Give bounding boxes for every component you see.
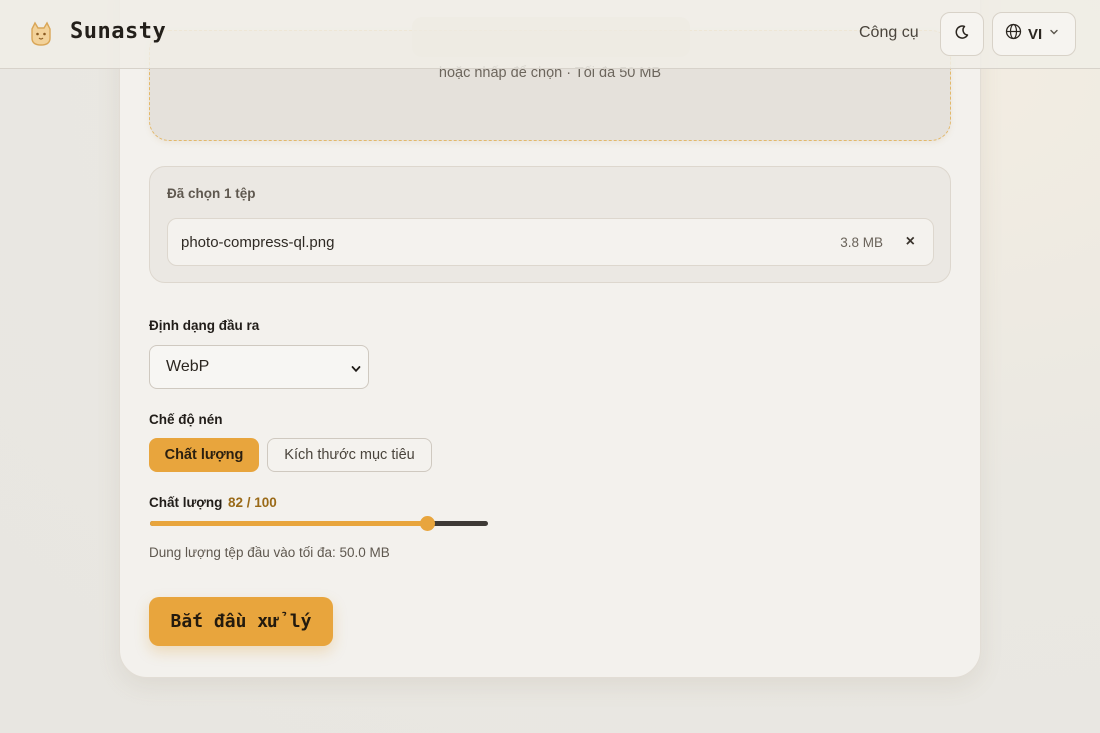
selected-files-panel: Đã chọn 1 tệp photo-compress-ql.png 3.8 … (149, 166, 951, 283)
nav-tools-link[interactable]: Công cụ (859, 24, 919, 42)
theme-toggle-button[interactable] (940, 12, 984, 56)
quality-slider-fill (150, 521, 428, 526)
output-format-value: WebP (166, 358, 210, 375)
file-size: 3.8 MB (840, 235, 883, 250)
cat-logo-icon (27, 20, 55, 48)
remove-file-icon[interactable]: × (906, 233, 915, 251)
file-item: photo-compress-ql.png 3.8 MB × (167, 218, 934, 266)
file-name: photo-compress-ql.png (181, 234, 335, 251)
language-code: VI (1028, 25, 1043, 43)
quality-slider[interactable] (150, 516, 488, 531)
start-processing-button[interactable]: Bắt đầu xử lý (149, 597, 333, 646)
output-format-label: Định dạng đầu ra (149, 318, 260, 333)
output-format-select[interactable]: WebP (149, 345, 369, 389)
max-input-note: Dung lượng tệp đầu vào tối đa: 50.0 MB (149, 545, 390, 560)
chevron-down-icon (1048, 25, 1060, 43)
mode-quality-button[interactable]: Chất lượng (149, 438, 259, 472)
moon-icon (954, 24, 970, 45)
brand-name[interactable]: Sunasty (70, 19, 166, 44)
compression-mode-label: Chế độ nén (149, 412, 223, 427)
select-chevron-down-icon (350, 362, 362, 380)
language-selector[interactable]: VI (992, 12, 1076, 56)
quality-value: 82 / 100 (228, 495, 277, 510)
quality-label: Chất lượng (149, 495, 223, 510)
selected-files-title: Đã chọn 1 tệp (167, 186, 256, 201)
mode-target-size-button[interactable]: Kích thước mục tiêu (267, 438, 432, 472)
globe-icon (1005, 23, 1022, 45)
top-bar: Sunasty Công cụ VI (0, 0, 1100, 69)
